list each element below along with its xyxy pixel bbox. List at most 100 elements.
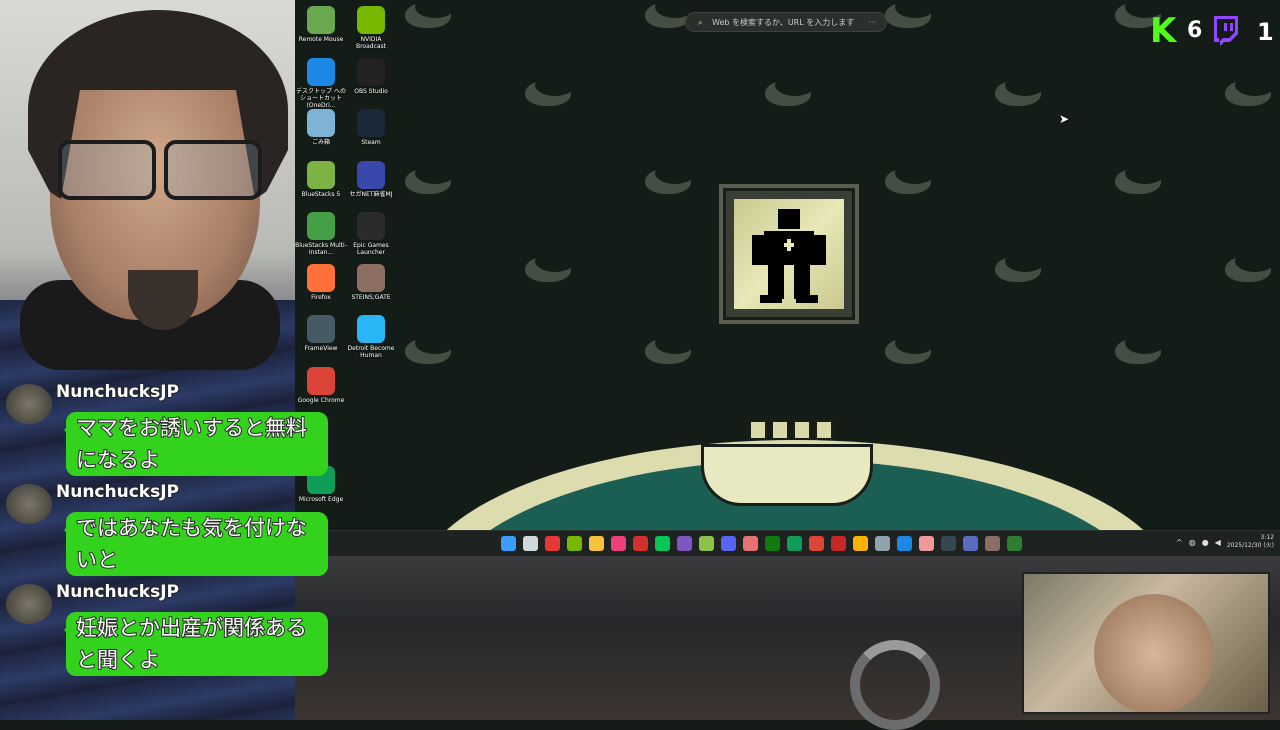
moon-pattern-icon xyxy=(1225,74,1275,106)
app-dark-icon[interactable] xyxy=(941,536,956,551)
desktop-icon[interactable]: デスクトップ へのショートカット (OneDri... xyxy=(295,54,347,109)
record-icon[interactable] xyxy=(633,536,648,551)
mouse-cursor-icon: ➤ xyxy=(1059,112,1070,126)
app-gold-icon[interactable] xyxy=(853,536,868,551)
notepad-icon[interactable] xyxy=(699,536,714,551)
start-icon[interactable] xyxy=(501,536,516,551)
chat-message: NunchucksJP ではあなたも気を付けないと xyxy=(4,481,334,578)
health-pips xyxy=(749,420,833,440)
desktop-icon[interactable]: BlueStacks 5 xyxy=(295,157,347,198)
desktop-icon[interactable]: Remote Mouse xyxy=(295,2,347,43)
tray-chevron-icon[interactable]: ^ xyxy=(1176,538,1183,547)
edge-taskbar-icon[interactable] xyxy=(787,536,802,551)
moon-pattern-icon xyxy=(885,332,935,364)
moon-pattern-icon xyxy=(405,332,455,364)
desktop: Remote Mouse NVIDIA Broadcast デスクトップ へのショー… xyxy=(295,0,1280,530)
moon-pattern-icon xyxy=(885,162,935,194)
desktop-icon-label: OBS Studio xyxy=(354,87,388,95)
pixel-figure-icon xyxy=(752,209,826,303)
browser-search-bar[interactable]: ⌕ Web を検索するか、URL を入力します ··· xyxy=(685,12,887,32)
moon-pattern-icon xyxy=(995,74,1045,106)
chat-avatar xyxy=(6,584,52,624)
moon-pattern-icon xyxy=(995,250,1045,282)
webcam-secondary-feed xyxy=(1022,572,1270,714)
secondary-face xyxy=(1094,594,1214,712)
desktop-icon[interactable]: BlueStacks Multi-Instan... xyxy=(295,208,347,256)
chat-message: NunchucksJP 妊娠とか出産が関係あると聞くよ xyxy=(4,581,334,678)
app-red-icon[interactable] xyxy=(831,536,846,551)
game-platform xyxy=(701,444,873,506)
moon-pattern-icon xyxy=(645,332,695,364)
desktop-icon[interactable]: OBS Studio xyxy=(345,54,397,95)
obs-icon xyxy=(357,57,385,86)
xbox-icon[interactable] xyxy=(765,536,780,551)
desktop-icon[interactable]: セガNET麻雀MJ xyxy=(345,157,397,198)
steam-icon xyxy=(357,109,385,137)
sega-mj-icon xyxy=(357,160,385,189)
chat-username: NunchucksJP xyxy=(55,581,180,603)
moon-pattern-icon xyxy=(405,162,455,194)
clock-date: 2025/12/30 (火) xyxy=(1226,542,1274,549)
line-icon[interactable] xyxy=(655,536,670,551)
mic-icon[interactable]: ● xyxy=(1202,538,1209,547)
app-blue-icon[interactable] xyxy=(897,536,912,551)
chat-bubble: ではあなたも気を付けないと xyxy=(64,512,328,576)
desktop-icon-label: STEINS;GATE xyxy=(351,293,391,301)
frameview-icon xyxy=(307,315,335,343)
app-a-icon[interactable] xyxy=(743,536,758,551)
kick-logo: K xyxy=(1150,11,1177,51)
desktop-icon[interactable]: Firefox xyxy=(295,260,347,301)
firefox-icon xyxy=(307,263,335,292)
twitch-viewer-count: 1 xyxy=(1257,18,1274,46)
chrome-taskbar-icon[interactable] xyxy=(809,536,824,551)
desktop-icon[interactable]: Epic Games Launcher xyxy=(345,208,397,256)
app-doc-icon[interactable] xyxy=(963,536,978,551)
moon-pattern-icon xyxy=(1225,250,1275,282)
chat-overlay: NunchucksJP ママをお誘いすると無料になるよ NunchucksJP … xyxy=(4,381,334,682)
desktop-icon[interactable]: Detroit Become Human xyxy=(345,311,397,359)
volume-icon[interactable]: ◀ xyxy=(1215,538,1221,547)
desktop-icon-label: Epic Games Launcher xyxy=(353,242,389,256)
file-explorer-icon[interactable] xyxy=(589,536,604,551)
clock-time: 3:12 xyxy=(1260,534,1274,541)
chat-bubble: 妊娠とか出産が関係あると聞くよ xyxy=(64,612,328,676)
desktop-icon-label: NVIDIA Broadcast xyxy=(355,36,387,50)
desktop-icon-label: Steam xyxy=(361,139,381,146)
recycle-bin-icon xyxy=(307,109,335,137)
chat-avatar xyxy=(6,384,52,424)
taskbar-clock[interactable]: 3:12 2025/12/30 (火) xyxy=(1227,534,1274,550)
remote-mouse-icon xyxy=(307,6,335,34)
desktop-icon-label: FrameView xyxy=(304,345,338,352)
system-tray: ^ ◍ ● ◀ 3:12 2025/12/30 (火) xyxy=(1176,534,1274,550)
steins-gate-icon xyxy=(357,263,385,292)
app-arrow-icon[interactable] xyxy=(875,536,890,551)
app-green-icon[interactable] xyxy=(1007,536,1022,551)
desktop-icon[interactable]: NVIDIA Broadcast xyxy=(345,2,397,50)
moon-pattern-icon xyxy=(645,0,695,28)
discord-icon[interactable] xyxy=(721,536,736,551)
desktop-icon[interactable]: STEINS;GATE xyxy=(345,260,397,301)
nvidia-taskbar-icon[interactable] xyxy=(567,536,582,551)
moon-pattern-icon xyxy=(405,0,455,28)
desktop-icon[interactable]: Steam xyxy=(345,105,397,146)
desktop-icon-label: ごみ箱 xyxy=(311,139,330,146)
app-purple-icon[interactable] xyxy=(677,536,692,551)
desktop-icon[interactable]: ごみ箱 xyxy=(295,105,347,146)
obs-taskbar-icon[interactable] xyxy=(545,536,560,551)
desktop-icon-label: BlueStacks Multi-Instan... xyxy=(295,242,347,256)
glasses xyxy=(58,140,262,200)
moon-pattern-icon xyxy=(645,162,695,194)
network-icon[interactable]: ◍ xyxy=(1189,538,1196,547)
desktop-icon[interactable]: FrameView xyxy=(295,311,347,352)
desktop-icon-label: Firefox xyxy=(311,293,331,301)
app-pink-icon[interactable] xyxy=(611,536,626,551)
task-view-icon[interactable] xyxy=(523,536,538,551)
search-icon: ⌕ xyxy=(698,18,703,27)
kick-viewer-count: 6 xyxy=(1187,18,1203,43)
moon-pattern-icon xyxy=(525,74,575,106)
more-options-icon[interactable]: ··· xyxy=(868,13,876,33)
app-box-icon[interactable] xyxy=(985,536,1000,551)
bluestacks-multi-icon xyxy=(307,212,335,240)
app-image-icon[interactable] xyxy=(919,536,934,551)
chat-message: NunchucksJP ママをお誘いすると無料になるよ xyxy=(4,381,334,476)
